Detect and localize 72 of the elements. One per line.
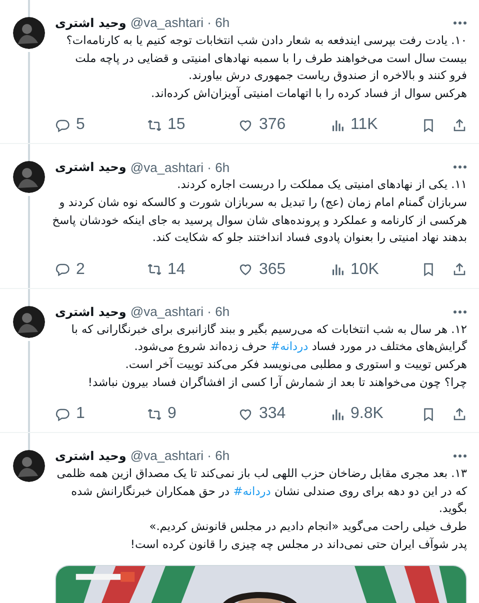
more-icon[interactable] bbox=[453, 310, 467, 314]
bookmark-icon bbox=[421, 118, 436, 133]
bar-chart-icon bbox=[330, 406, 344, 422]
more-icon[interactable] bbox=[453, 165, 467, 170]
reply-button[interactable]: 2 bbox=[55, 258, 85, 282]
retweet-icon bbox=[146, 406, 162, 422]
bookmark-icon bbox=[421, 262, 436, 278]
share-icon bbox=[452, 406, 467, 422]
reply-icon bbox=[55, 262, 70, 278]
retweet-icon bbox=[146, 118, 162, 133]
views-button[interactable]: 9.8K bbox=[330, 402, 384, 426]
views-button[interactable]: 11K bbox=[330, 113, 378, 138]
avatar[interactable] bbox=[13, 17, 45, 49]
tweet-text-line: فرو کنند و بالاخره از صندوق ریاست جمهوری درش بیاورند. bbox=[188, 67, 467, 84]
tweet-text-line: ۱۲. هر سال به شب انتخابات که می‌رسیم بگیر و ببند گازانبری برای خبرنگارانی که با bbox=[70, 320, 467, 338]
share-button[interactable] bbox=[452, 406, 467, 422]
tweet-text-line: چرا؟ چون می‌خواهند تا بعد از شمارش آرا کسی از افشاگران فساد بیرون نباشد! bbox=[86, 374, 467, 391]
heart-icon bbox=[238, 262, 253, 278]
tweet-text-line: پدر شوآف ایران حتی نمی‌داند در مجلس چه چیزی را قانون کرده است! bbox=[129, 536, 467, 553]
author-handle[interactable]: @va_ashtari · 6h bbox=[130, 446, 230, 466]
retweet-button[interactable]: 15 bbox=[146, 113, 186, 138]
avatar[interactable] bbox=[13, 450, 45, 482]
author-name[interactable]: وحید اشتری bbox=[55, 447, 126, 466]
tweet-text-line: حرف زده‌اند شروع می‌شود. bbox=[134, 339, 267, 354]
retweet-icon bbox=[146, 262, 162, 278]
tweet-text-line: سربازان گمنام امام زمان (عج) را تبدیل به سربازان شورت و کالسکه نوه شان کردند و bbox=[58, 194, 467, 211]
tweet-text-line: بیست سال است می‌خواهند طرف را با سمبه نهادهای امنیتی و قضایی در پاچه ملت bbox=[74, 50, 467, 67]
bar-chart-icon bbox=[330, 262, 344, 278]
views-button[interactable]: 10K bbox=[330, 258, 379, 282]
heart-icon bbox=[238, 118, 253, 133]
share-icon bbox=[452, 262, 467, 278]
tweet-text-line: ۱۳. بعد مجری مقابل رضاخان حزب اللهی لب باز نمی‌کند تا یک مصداق ازین همه ظلمی bbox=[56, 465, 467, 482]
tweet-text-line: که در این دو دهه برای روی صندلی نشان bbox=[274, 484, 467, 498]
bookmark-button[interactable] bbox=[421, 406, 436, 422]
author-name[interactable]: وحید اشتری bbox=[55, 158, 126, 176]
reply-icon bbox=[55, 118, 70, 133]
tweet-text-line: ۱۰. یادت رفت بپرسی ایندفعه به شعار دادن شب انتخابات توجه کنیم یا به کارنامه‌ات؟ bbox=[65, 32, 467, 49]
like-button[interactable]: 365 bbox=[238, 258, 286, 282]
reply-icon bbox=[55, 406, 70, 422]
bookmark-button[interactable] bbox=[421, 262, 436, 278]
tweet-text-line: در حق همکاران خبرنگارانش شده bbox=[71, 484, 230, 498]
bookmark-icon bbox=[421, 406, 436, 422]
bookmark-button[interactable] bbox=[421, 118, 436, 133]
bar-chart-icon bbox=[330, 118, 344, 133]
tweet-text-line: بدهند نهاد امنیتی را بعنوان پادوی فساد انداختند جلو که شکایت کند. bbox=[151, 229, 467, 246]
tweet-text-line: هرکس سوال از فساد کرده را با اتهامات امنیتی آویزان‌اش کرده‌اند. bbox=[150, 84, 467, 102]
avatar[interactable] bbox=[13, 161, 45, 194]
more-icon[interactable] bbox=[453, 454, 467, 458]
author-handle[interactable]: @va_ashtari · 6h bbox=[130, 13, 230, 33]
like-button[interactable]: 376 bbox=[238, 113, 286, 138]
author-name[interactable]: وحید اشتری bbox=[55, 302, 126, 321]
avatar[interactable] bbox=[13, 306, 45, 338]
reply-button[interactable]: 5 bbox=[55, 113, 85, 138]
thread-line bbox=[28, 0, 30, 17]
tweet-text-line: طرف خیلی راحت می‌گوید «انجام دادیم در مجلس قانونش کردیم.» bbox=[148, 518, 467, 535]
like-button[interactable]: 334 bbox=[238, 402, 286, 426]
tweet-text-line: بگوید. bbox=[438, 500, 467, 518]
share-button[interactable] bbox=[452, 118, 467, 133]
author-name[interactable]: وحید اشتری bbox=[55, 14, 126, 32]
retweet-button[interactable]: 14 bbox=[146, 258, 186, 282]
tweet-text-line: هرکسی از کارنامه و عملکرد و پرونده‌های شان سوال پرسید به جای اینکه خودشان پاسخ bbox=[55, 212, 467, 229]
author-handle[interactable]: @va_ashtari · 6h bbox=[130, 158, 230, 178]
reply-button[interactable]: 1 bbox=[55, 402, 85, 426]
tweet-text-line: گرایش‌های مختلف در مورد فساد bbox=[312, 339, 467, 354]
heart-icon bbox=[238, 406, 253, 422]
tweet-text-line: ۱۱. یکی از نهادهای امنیتی یک مملکت را دربست اجاره کردند. bbox=[176, 176, 467, 194]
retweet-button[interactable]: 9 bbox=[146, 402, 176, 426]
more-icon[interactable] bbox=[453, 21, 467, 25]
author-handle[interactable]: @va_ashtari · 6h bbox=[130, 302, 230, 322]
tweet-text-line: هرکس توییت و استوری و مطلبی می‌نویسد فکر می‌کند توییت آخر است. bbox=[124, 356, 467, 373]
share-icon bbox=[452, 118, 467, 133]
share-button[interactable] bbox=[452, 262, 467, 278]
